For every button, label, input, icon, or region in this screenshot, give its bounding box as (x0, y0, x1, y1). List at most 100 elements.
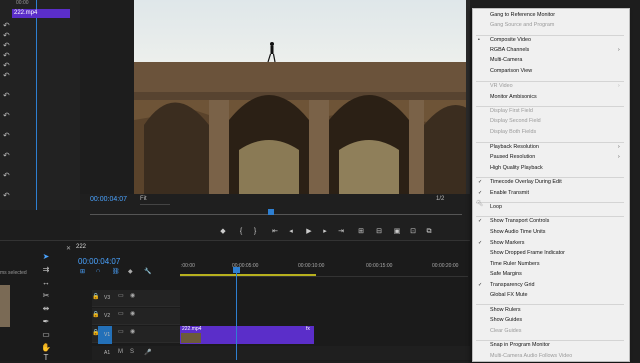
program-scrub-bar[interactable] (90, 214, 462, 215)
menu-item[interactable]: Composite Video (490, 37, 531, 44)
history-icon[interactable]: ↶ (3, 192, 11, 200)
history-icon[interactable]: ↶ (3, 172, 11, 180)
menu-item[interactable]: RGBA Channels (490, 47, 529, 54)
step-back-icon[interactable]: ◂ (286, 228, 296, 236)
export-frame-icon[interactable]: ▣ (392, 228, 402, 236)
menu-item: Gang Source and Program (490, 22, 555, 28)
menu-item[interactable]: Multi-Camera (490, 57, 522, 64)
selection-tool-icon[interactable]: ➤ (41, 252, 51, 262)
menu-item[interactable]: Monitor Ambisonics (490, 94, 537, 101)
menu-item[interactable]: High Quality Playback (490, 165, 543, 172)
eye-icon[interactable]: ◉ (130, 328, 135, 335)
program-playhead[interactable] (268, 209, 274, 215)
go-to-out-icon[interactable]: ⇥ (336, 228, 346, 236)
menu-item[interactable]: Show Markers (490, 240, 524, 247)
resolution-select[interactable]: 1/2 (436, 196, 444, 202)
menu-item: Display Both Fields (490, 129, 537, 135)
menu-item[interactable]: Time Ruler Numbers (490, 261, 540, 268)
checkmark-icon: ✓ (478, 218, 483, 224)
close-tab-icon[interactable]: ✕ (66, 245, 71, 252)
hand-tool-icon[interactable]: ✋ (41, 343, 51, 353)
comparison-view-icon[interactable]: ⊡ (408, 228, 418, 236)
monitor-scrollbar[interactable] (466, 0, 470, 210)
eye-icon[interactable]: ◉ (130, 292, 135, 299)
source-time-label: 00:00 (16, 0, 29, 6)
menu-separator (476, 35, 624, 36)
nest-icon[interactable]: ⊞ (80, 268, 85, 275)
solo-icon[interactable]: S (130, 349, 134, 355)
lock-icon[interactable]: 🔒 (92, 311, 99, 318)
source-playhead[interactable] (36, 0, 37, 210)
step-forward-icon[interactable]: ▸ (320, 228, 330, 236)
menu-item[interactable]: Show Dropped Frame Indicator (490, 250, 565, 257)
lock-icon[interactable]: 🔒 (92, 293, 99, 300)
overwrite-icon[interactable]: ⊟ (374, 228, 384, 236)
menu-separator (476, 81, 624, 82)
project-thumbnail[interactable] (0, 285, 10, 327)
menu-item[interactable]: Playback Resolution (490, 144, 539, 151)
track-label: V1 (104, 332, 111, 338)
eye-icon[interactable]: ◉ (130, 310, 135, 317)
snap-icon[interactable]: ∩ (96, 268, 100, 274)
go-to-in-icon[interactable]: ⇤ (270, 228, 280, 236)
history-icon[interactable]: ↶ (3, 72, 11, 80)
sync-lock-icon[interactable]: ▭ (118, 310, 124, 317)
menu-item[interactable]: Loop (490, 204, 502, 211)
menu-item[interactable]: Gang to Reference Monitor (490, 12, 555, 19)
history-icon[interactable]: ↶ (3, 62, 11, 70)
lock-icon[interactable]: 🔒 (92, 329, 99, 336)
menu-item[interactable]: Snap in Program Monitor (490, 342, 550, 349)
type-tool-icon[interactable]: T (41, 353, 51, 363)
source-clip[interactable]: 222.mp4 (12, 9, 70, 18)
sequence-tab[interactable]: 222 (76, 244, 86, 250)
track-label: V3 (104, 295, 111, 301)
history-icon[interactable]: ↶ (3, 32, 11, 40)
menu-item[interactable]: Comparison View (490, 68, 532, 75)
mark-in-icon[interactable]: { (236, 228, 246, 236)
work-area-bar[interactable] (180, 274, 316, 276)
history-icon[interactable]: ↶ (3, 132, 11, 140)
mic-icon[interactable]: 🎤 (144, 349, 151, 356)
history-icon[interactable]: ↶ (3, 152, 11, 160)
history-icon[interactable]: ↶ (3, 52, 11, 60)
timeline-timecode[interactable]: 00:00:04:07 (78, 257, 120, 266)
history-icon[interactable]: ↶ (3, 92, 11, 100)
zoom-select[interactable]: Fit (140, 196, 170, 205)
menu-item[interactable]: Timecode Overlay During Edit (490, 179, 562, 186)
add-marker-icon[interactable]: ◆ (128, 268, 133, 275)
add-marker-icon[interactable]: ◆ (218, 228, 228, 236)
slip-tool-icon[interactable]: ⇹ (41, 304, 51, 314)
program-monitor-video[interactable] (134, 0, 470, 194)
program-timecode[interactable]: 00:00:04:07 (90, 196, 127, 203)
wrench-icon[interactable]: 🔧 (144, 268, 151, 275)
menu-item[interactable]: Show Guides (490, 317, 522, 324)
razor-tool-icon[interactable]: ✂ (41, 291, 51, 301)
history-icon[interactable]: ↶ (3, 22, 11, 30)
menu-item[interactable]: Transparency Grid (490, 282, 534, 289)
menu-separator (476, 216, 624, 217)
menu-item[interactable]: Show Rulers (490, 307, 521, 314)
menu-item: VR Video (490, 83, 513, 89)
history-icon[interactable]: ↶ (3, 112, 11, 120)
insert-icon[interactable]: ⊞ (356, 228, 366, 236)
menu-item[interactable]: Enable Transmit (490, 190, 529, 197)
ripple-edit-tool-icon[interactable]: ↔ (41, 278, 51, 288)
mute-icon[interactable]: M (118, 349, 123, 355)
menu-item[interactable]: Safe Margins (490, 271, 522, 278)
menu-item[interactable]: Paused Resolution (490, 154, 535, 161)
menu-item[interactable]: Global FX Mute (490, 292, 527, 299)
track-label: A1 (104, 350, 111, 356)
pen-tool-icon[interactable]: ✒ (41, 317, 51, 327)
history-icon[interactable]: ↶ (3, 42, 11, 50)
menu-item[interactable]: Show Audio Time Units (490, 229, 545, 236)
button-editor-icon[interactable]: ⧉ (424, 228, 434, 236)
rectangle-tool-icon[interactable]: ▭ (41, 330, 51, 340)
sync-lock-icon[interactable]: ▭ (118, 328, 124, 335)
sync-lock-icon[interactable]: ▭ (118, 292, 124, 299)
linked-selection-icon[interactable]: ⛓ (112, 268, 120, 275)
menu-item[interactable]: Show Transport Controls (490, 218, 549, 225)
track-select-tool-icon[interactable]: ⇉ (41, 265, 51, 275)
play-icon[interactable]: ▶ (304, 228, 314, 236)
timeline-playhead[interactable] (233, 267, 240, 273)
mark-out-icon[interactable]: } (250, 228, 260, 236)
